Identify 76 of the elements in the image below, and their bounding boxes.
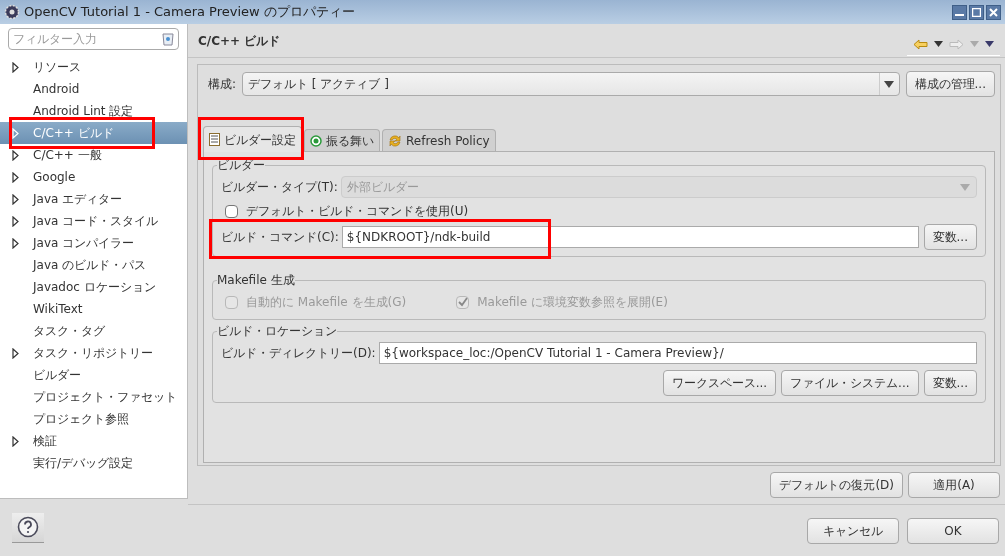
close-icon (989, 7, 998, 17)
build-directory-field[interactable]: ${workspace_loc:/OpenCV Tutorial 1 - Camera Preview}/ (378, 342, 977, 364)
expand-arrow-icon (12, 171, 19, 183)
build-command-field[interactable]: ${NDKROOT}/ndk-build (341, 226, 919, 248)
button[interactable]: OK (907, 517, 999, 544)
sidebar-item[interactable]: Java コンパイラー (0, 232, 187, 254)
check-icon (457, 297, 468, 307)
sidebar-item[interactable]: Google (0, 166, 187, 188)
group-title: ビルダー (217, 157, 265, 174)
sidebar-item[interactable]: Javadoc ロケーション (0, 276, 187, 298)
build-command-label: ビルド・コマンド(C): (221, 229, 339, 246)
builder-type-label: ビルダー・タイプ(T): (221, 179, 338, 196)
button[interactable]: 変数... (923, 224, 977, 250)
expand-arrow-icon (12, 61, 19, 73)
dropdown-arrow-icon[interactable] (934, 41, 943, 47)
group-title: ビルド・ロケーション (217, 323, 337, 340)
expand-arrow-icon (12, 127, 19, 139)
expand-arrow-icon (12, 347, 19, 359)
expand-arrow-icon (12, 237, 19, 249)
expand-arrow-icon (12, 193, 19, 205)
sidebar-item[interactable]: WikiText (0, 298, 187, 320)
page-title: C/C++ ビルド (198, 32, 281, 50)
minimize-button[interactable] (952, 4, 967, 20)
config-dropdown[interactable]: デフォルト [ アクティブ ] (242, 72, 900, 96)
expand-arrow-icon (12, 215, 19, 227)
button[interactable]: 構成の管理... (905, 71, 995, 97)
sidebar-item[interactable]: 検証 (0, 430, 187, 452)
expand-arrow-icon (12, 435, 19, 447)
checkbox-label: Makefile に環境変数参照を展開(E) (477, 294, 668, 311)
menu-arrow-icon[interactable] (985, 41, 994, 47)
checkbox-label: 自動的に Makefile を生成(G) (246, 294, 407, 311)
help-icon (17, 516, 39, 538)
expand-arrow-icon (12, 149, 19, 161)
sidebar-item[interactable]: プロジェクト・ファセット (0, 386, 187, 408)
list-icon (209, 133, 220, 146)
filter-field[interactable]: フィルター入力 (8, 28, 179, 50)
help-button[interactable] (12, 512, 44, 543)
sidebar-item[interactable]: タスク・リポジトリー (0, 342, 187, 364)
config-label: 構成: (208, 76, 237, 93)
button[interactable]: 適用(A) (908, 472, 1000, 498)
button[interactable]: ワークスペース... (662, 370, 777, 396)
button[interactable]: 変数... (923, 370, 977, 396)
button[interactable]: デフォルトの復元(D) (770, 472, 903, 498)
sidebar-item[interactable]: Android Lint 設定 (0, 100, 187, 122)
checkbox[interactable] (225, 204, 238, 218)
button[interactable]: キャンセル (807, 517, 899, 544)
sidebar-item[interactable]: Java コード・スタイル (0, 210, 187, 232)
dropdown-arrow-icon (960, 183, 970, 191)
close-button[interactable] (986, 4, 1001, 20)
radio-icon (310, 134, 322, 147)
clear-icon (162, 32, 174, 46)
config-value: デフォルト [ アクティブ ] (248, 76, 390, 93)
tab[interactable]: Refresh Policy (382, 129, 496, 151)
checkbox-label: デフォルト・ビルド・コマンドを使用(U) (246, 203, 469, 220)
tab[interactable]: ビルダー設定 (203, 126, 302, 152)
sidebar-item[interactable]: C/C++ 一般 (0, 144, 187, 166)
sidebar-item[interactable]: 実行/デバッグ設定 (0, 452, 187, 474)
build-directory-label: ビルド・ディレクトリー(D): (221, 345, 376, 362)
maximize-button[interactable] (969, 4, 984, 20)
filter-input[interactable]: フィルター入力 (13, 30, 162, 48)
sidebar-item[interactable]: タスク・タグ (0, 320, 187, 342)
sidebar-item[interactable]: ビルダー (0, 364, 187, 386)
refresh-icon (388, 133, 402, 148)
sidebar-item[interactable]: Android (0, 78, 187, 100)
sidebar-item[interactable]: Java のビルド・パス (0, 254, 187, 276)
sidebar-item[interactable]: リソース (0, 56, 187, 78)
sidebar-item[interactable]: Java エディター (0, 188, 187, 210)
gear-icon (4, 4, 20, 20)
dropdown-arrow-icon (884, 80, 895, 88)
group-title: Makefile 生成 (217, 272, 295, 289)
minimize-icon (955, 14, 964, 16)
sidebar-item[interactable]: プロジェクト参照 (0, 408, 187, 430)
window-title: OpenCV Tutorial 1 - Camera Preview のプロパティー (24, 3, 355, 22)
maximize-icon (972, 7, 981, 17)
button[interactable]: ファイル・システム... (781, 370, 919, 396)
tab[interactable]: 振る舞い (304, 129, 380, 151)
